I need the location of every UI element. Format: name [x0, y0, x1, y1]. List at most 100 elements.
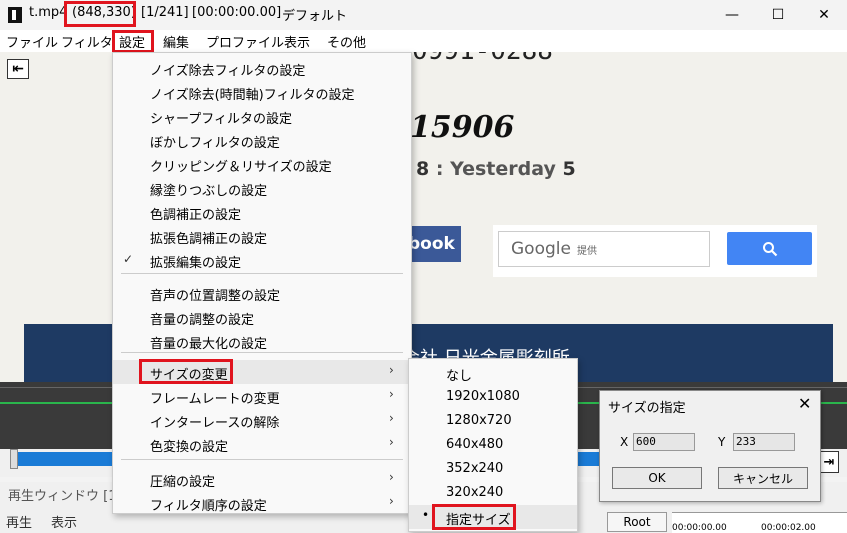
settings-menu-item-label: 音声の位置調整の設定: [150, 289, 281, 304]
time-readout: [00:00:00.00]: [192, 5, 282, 20]
settings-menu-item-label: ノイズ除去(時間軸)フィルタの設定: [150, 88, 355, 103]
size-option-label: 320x240: [446, 485, 504, 500]
google-logo: Google: [511, 239, 571, 259]
menu-other[interactable]: その他: [327, 32, 366, 51]
selected-bullet-icon: •: [422, 508, 430, 522]
settings-menu-item-color-convert[interactable]: 色変換の設定 ›: [113, 432, 411, 456]
settings-menu-item-label: シャープフィルタの設定: [150, 112, 292, 127]
chevron-right-icon: ›: [389, 387, 394, 401]
settings-menu-item-ext-edit[interactable]: ✓ 拡張編集の設定: [113, 248, 411, 272]
phone-number-text: 0991-0288: [412, 52, 553, 66]
settings-menu-item-label: フィルタ順序の設定: [150, 499, 267, 514]
menu-separator: [121, 352, 403, 353]
size-option-label: 640x480: [446, 437, 504, 452]
settings-menu-item-border-fill[interactable]: 縁塗りつぶしの設定: [113, 176, 411, 200]
frame-counter: [1/241]: [141, 5, 189, 20]
settings-menu-item-label: 音量の最大化の設定: [150, 337, 268, 352]
playback-menu-play[interactable]: 再生: [6, 512, 32, 531]
size-dialog-title: サイズの指定: [608, 401, 686, 416]
settings-menu-item-clip-resize[interactable]: クリッピング＆リサイズの設定: [113, 152, 411, 176]
settings-dropdown-menu: ノイズ除去フィルタの設定ノイズ除去(時間軸)フィルタの設定 シャープフィルタの設定…: [112, 52, 412, 514]
size-option-352x240[interactable]: 352x240: [409, 457, 577, 481]
settings-menu-item-color[interactable]: 色調補正の設定: [113, 200, 411, 224]
chevron-right-icon: ›: [389, 363, 394, 377]
minimize-button[interactable]: —: [709, 0, 755, 30]
menu-edit[interactable]: 編集: [163, 32, 189, 51]
google-search-button: [727, 232, 812, 265]
menu-separator: [121, 273, 403, 274]
ruler-label-start: 00:00:00.00: [672, 523, 727, 533]
close-button[interactable]: ✕: [801, 0, 847, 30]
ruler-label-next: 00:00:02.00: [761, 523, 816, 533]
settings-menu-item-label: 圧縮の設定: [150, 475, 216, 490]
size-dialog: サイズの指定 ✕ X 600 Y 233 OK キャンセル: [599, 390, 821, 502]
size-option-none[interactable]: なし: [409, 361, 577, 385]
cancel-button[interactable]: キャンセル: [718, 467, 808, 489]
settings-menu-item-label: 色調補正の設定: [150, 208, 242, 223]
menu-bar: ファイル フィルタ 設定 編集 プロファイル 表示 その他: [0, 30, 847, 53]
visitor-counter-total: 15906: [410, 110, 515, 145]
settings-menu-item-noise[interactable]: ノイズ除去フィルタの設定: [113, 56, 411, 80]
menu-filter[interactable]: フィルタ: [61, 32, 113, 51]
size-option-640x480[interactable]: 640x480: [409, 433, 577, 457]
counter-yesterday-value: 5: [562, 158, 576, 180]
size-option-label: なし: [446, 369, 473, 384]
counter-today-value: 8: [416, 158, 430, 180]
google-provided-label: 提供: [576, 245, 597, 257]
menu-profile[interactable]: プロファイル: [206, 32, 284, 51]
size-option-320x240[interactable]: 320x240: [409, 481, 577, 505]
settings-menu-item-volume-max[interactable]: 音量の最大化の設定: [113, 329, 411, 353]
chevron-right-icon: ›: [389, 411, 394, 425]
settings-menu-item-volume[interactable]: 音量の調整の設定: [113, 305, 411, 329]
seek-thumb[interactable]: [10, 449, 18, 469]
menu-view[interactable]: 表示: [284, 32, 310, 51]
timeline-ruler: 00:00:00.00 00:00:02.00: [672, 512, 847, 533]
playback-menu-view[interactable]: 表示: [51, 512, 77, 531]
size-option-label: 1920x1080: [446, 389, 520, 404]
settings-menu-item-deinterlace[interactable]: インターレースの解除 ›: [113, 408, 411, 432]
settings-menu-item-framerate[interactable]: フレームレートの変更 ›: [113, 384, 411, 408]
settings-menu-item-label: フレームレートの変更: [150, 392, 280, 407]
app-icon: [8, 7, 22, 23]
highlight-box-settings-menu: [112, 30, 154, 53]
search-icon: [762, 241, 777, 256]
root-button[interactable]: Root: [607, 512, 667, 532]
size-option-label: 1280x720: [446, 413, 512, 428]
settings-menu-item-label: ぼかしフィルタの設定: [150, 136, 280, 151]
y-label: Y: [718, 435, 726, 449]
settings-menu-item-noise-time[interactable]: ノイズ除去(時間軸)フィルタの設定: [113, 80, 411, 104]
settings-menu-item-label: クリッピング＆リサイズの設定: [150, 160, 332, 175]
title-bar: t.mp4 (848,330) [1/241] [00:00:00.00] デフ…: [0, 0, 847, 30]
go-to-end-button[interactable]: ⇥: [819, 451, 839, 473]
settings-menu-item-label: ノイズ除去フィルタの設定: [150, 64, 306, 79]
settings-menu-item-label: 拡張編集の設定: [150, 256, 242, 271]
settings-menu-item-blur[interactable]: ぼかしフィルタの設定: [113, 128, 411, 152]
profile-name: デフォルト: [282, 9, 348, 24]
settings-menu-item-ext-color[interactable]: 拡張色調補正の設定: [113, 224, 411, 248]
chevron-right-icon: ›: [389, 435, 394, 449]
size-option-label: 352x240: [446, 461, 504, 476]
chevron-right-icon: ›: [389, 494, 394, 508]
settings-menu-item-filter-order[interactable]: フィルタ順序の設定 ›: [113, 491, 411, 515]
counter-yesterday-label: : Yesterday: [435, 158, 556, 180]
settings-menu-item-sharpen[interactable]: シャープフィルタの設定: [113, 104, 411, 128]
x-input[interactable]: 600: [633, 433, 695, 451]
dialog-close-icon[interactable]: ✕: [798, 394, 811, 413]
google-search-input: Google 提供: [498, 231, 710, 267]
ok-button[interactable]: OK: [612, 467, 702, 489]
settings-menu-item-audio-pos[interactable]: 音声の位置調整の設定: [113, 281, 411, 305]
settings-menu-item-label: 縁塗りつぶしの設定: [150, 184, 268, 199]
x-label: X: [620, 435, 629, 449]
highlight-box-cursor-position: [64, 1, 136, 27]
highlight-box-custom-size: [432, 504, 516, 530]
maximize-button[interactable]: ☐: [755, 0, 801, 30]
checkmark-icon: ✓: [123, 252, 134, 266]
menu-file[interactable]: ファイル: [6, 32, 58, 51]
size-option-1280x720[interactable]: 1280x720: [409, 409, 577, 433]
settings-menu-item-label: 拡張色調補正の設定: [150, 232, 268, 247]
y-input[interactable]: 233: [733, 433, 795, 451]
size-option-1920x1080[interactable]: 1920x1080: [409, 385, 577, 409]
back-to-start-button[interactable]: ⇤: [7, 59, 29, 79]
window-title-filename: t.mp4: [29, 5, 68, 20]
settings-menu-item-compress[interactable]: 圧縮の設定 ›: [113, 467, 411, 491]
